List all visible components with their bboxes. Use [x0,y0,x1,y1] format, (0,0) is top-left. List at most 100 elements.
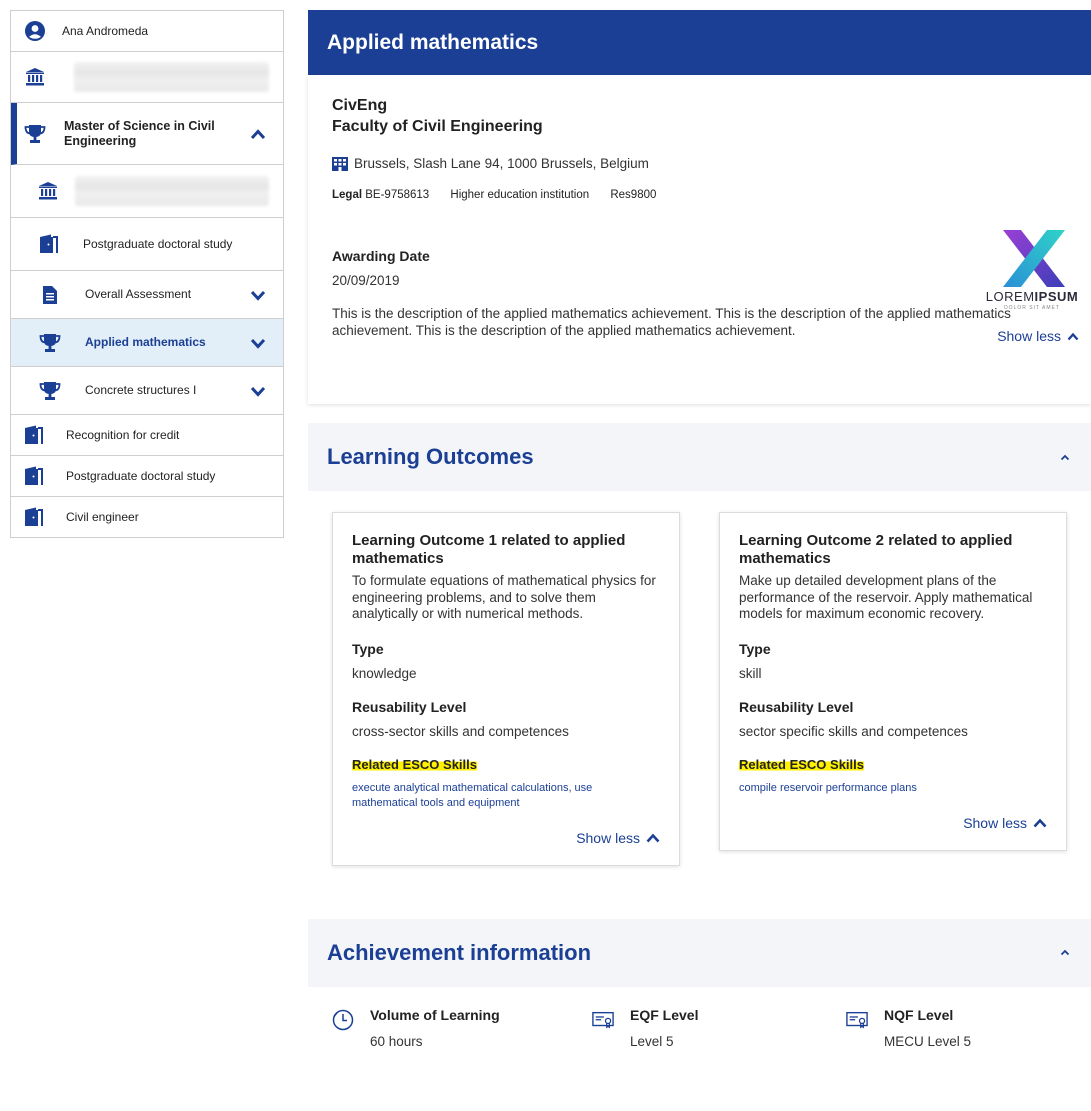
redacted-text [75,176,269,206]
esco-skill-link[interactable]: execute analytical mathematical calculat… [352,781,660,811]
door-icon [39,233,61,255]
sidebar: Ana Andromeda Master of Science in Civil… [10,10,284,538]
address-text: Brussels, Slash Lane 94, 1000 Brussels, … [354,156,649,171]
organization-logo: LOREMIPSUM DOLOR SIT AMET [973,225,1091,317]
main-content: Applied mathematics CivEng Faculty of Ci… [308,10,1091,1069]
trophy-icon [24,123,46,145]
esco-skills-label: Related ESCO Skills [352,756,477,772]
sidebar-item-institution-sub[interactable] [11,165,283,218]
show-less-button[interactable]: Show less [739,815,1047,831]
document-icon [39,284,61,306]
type-value: skill [739,665,762,681]
learning-outcome-title: Learning Outcome 2 related to applied ma… [739,532,1013,567]
learning-outcome-description: Make up detailed development plans of th… [739,573,1033,621]
reusability-value: sector specific skills and competences [739,723,968,739]
chevron-down-icon[interactable] [247,284,269,306]
sidebar-item-label: Recognition for credit [66,427,180,442]
institution-icon [37,180,59,202]
show-less-button[interactable]: Show less [997,328,1079,344]
achievement-card: CivEng Faculty of Civil Engineering Brus… [308,75,1091,404]
achievement-description: This is the description of the applied m… [332,306,1011,338]
logo-text-b: IPSUM [1034,289,1079,304]
learning-outcome-card: Learning Outcome 1 related to applied ma… [332,512,680,866]
reusability-value: cross-sector skills and competences [352,723,569,739]
logo-wordmark: LOREMIPSUM [973,289,1091,304]
learning-outcome-title: Learning Outcome 1 related to applied ma… [352,532,626,567]
info-value: 60 hours [370,1033,423,1049]
logo-tagline: DOLOR SIT AMET [1004,305,1060,311]
esco-skills-label: Related ESCO Skills [739,756,864,772]
trophy-icon [39,380,61,402]
chevron-up-icon [646,830,660,846]
show-less-label: Show less [576,829,640,846]
door-icon [24,506,46,528]
clock-icon [332,1009,354,1031]
collapse-icon[interactable] [1058,946,1072,960]
info-value: MECU Level 5 [884,1033,972,1049]
info-label: Volume of Learning [370,1006,500,1023]
page-title: Applied mathematics [308,10,1091,75]
sidebar-item-recognition[interactable]: Recognition for credit [11,415,283,456]
learning-outcomes-section: Learning Outcomes Learning Outcome 1 rel… [308,423,1091,898]
sidebar-item-user[interactable]: Ana Andromeda [11,11,283,52]
chevron-down-icon[interactable] [247,380,269,402]
sidebar-item-doctoral[interactable]: Postgraduate doctoral study [11,218,283,271]
building-icon [332,156,348,171]
achievement-information-section: Achievement information Volume of Learni… [308,918,1091,1069]
achievement-information-header[interactable]: Achievement information [308,919,1091,987]
show-less-button[interactable]: Show less [352,830,660,846]
door-icon [24,424,46,446]
type-label: Type [739,640,771,657]
sidebar-item-label: Postgraduate doctoral study [83,236,233,251]
awarding-date-label: Awarding Date [332,248,430,264]
door-icon [24,465,46,487]
chevron-up-icon[interactable] [247,123,269,145]
redacted-text [74,62,269,92]
sidebar-item-postgraduate[interactable]: Postgraduate doctoral study [11,456,283,497]
sidebar-item-applied-mathematics[interactable]: Applied mathematics [11,319,283,367]
eqf-level: EQF Level Level 5 [592,1007,846,1049]
organization-name: Faculty of Civil Engineering [332,118,543,135]
reusability-label: Reusability Level [352,698,467,715]
sidebar-item-institution[interactable] [11,52,283,103]
info-value: Level 5 [630,1033,674,1049]
sidebar-item-master[interactable]: Master of Science in Civil Engineering [11,103,283,165]
sidebar-item-label: Postgraduate doctoral study [66,468,216,483]
sidebar-item-overall-assessment[interactable]: Overall Assessment [11,271,283,319]
res-code: Res9800 [610,189,657,201]
sidebar-item-civil-engineer[interactable]: Civil engineer [11,497,283,538]
legal-row: Legal BE-9758613 Higher education instit… [332,189,1067,201]
chevron-up-icon [1067,328,1079,344]
chevron-down-icon[interactable] [247,332,269,354]
reusability-label: Reusability Level [739,698,854,715]
type-value: knowledge [352,665,417,681]
nqf-level: NQF Level MECU Level 5 [846,1007,971,1049]
learning-outcome-description: To formulate equations of mathematical p… [352,573,656,621]
certificate-icon [592,1009,614,1031]
sidebar-item-label: Ana Andromeda [62,23,149,38]
section-title: Learning Outcomes [327,444,534,469]
volume-of-learning: Volume of Learning 60 hours [332,1007,592,1049]
esco-skill-link[interactable]: compile reservoir performance plans [739,781,1047,796]
chevron-up-icon [1033,815,1047,831]
legal-id: BE-9758613 [365,189,430,201]
achievement-information-body: Volume of Learning 60 hours EQF Level Le… [308,986,1091,1069]
institution-icon [24,66,46,88]
logo-text-a: LOREM [985,289,1035,304]
info-label: EQF Level [630,1006,699,1023]
learning-outcome-card: Learning Outcome 2 related to applied ma… [719,512,1067,851]
type-label: Type [352,640,384,657]
organization-short-name: CivEng [332,97,388,114]
awarding-date-value: 20/09/2019 [332,273,400,288]
sidebar-item-concrete-structures[interactable]: Concrete structures I [11,367,283,415]
certificate-icon [846,1009,868,1031]
institution-type: Higher education institution [450,189,590,201]
learning-outcomes-body: Learning Outcome 1 related to applied ma… [308,491,1091,898]
show-less-label: Show less [997,328,1061,344]
trophy-icon [39,332,61,354]
info-label: NQF Level [884,1006,954,1023]
learning-outcomes-header[interactable]: Learning Outcomes [308,423,1091,491]
collapse-icon[interactable] [1058,450,1072,464]
address-row: Brussels, Slash Lane 94, 1000 Brussels, … [332,156,1067,171]
sidebar-item-label: Civil engineer [66,509,139,524]
